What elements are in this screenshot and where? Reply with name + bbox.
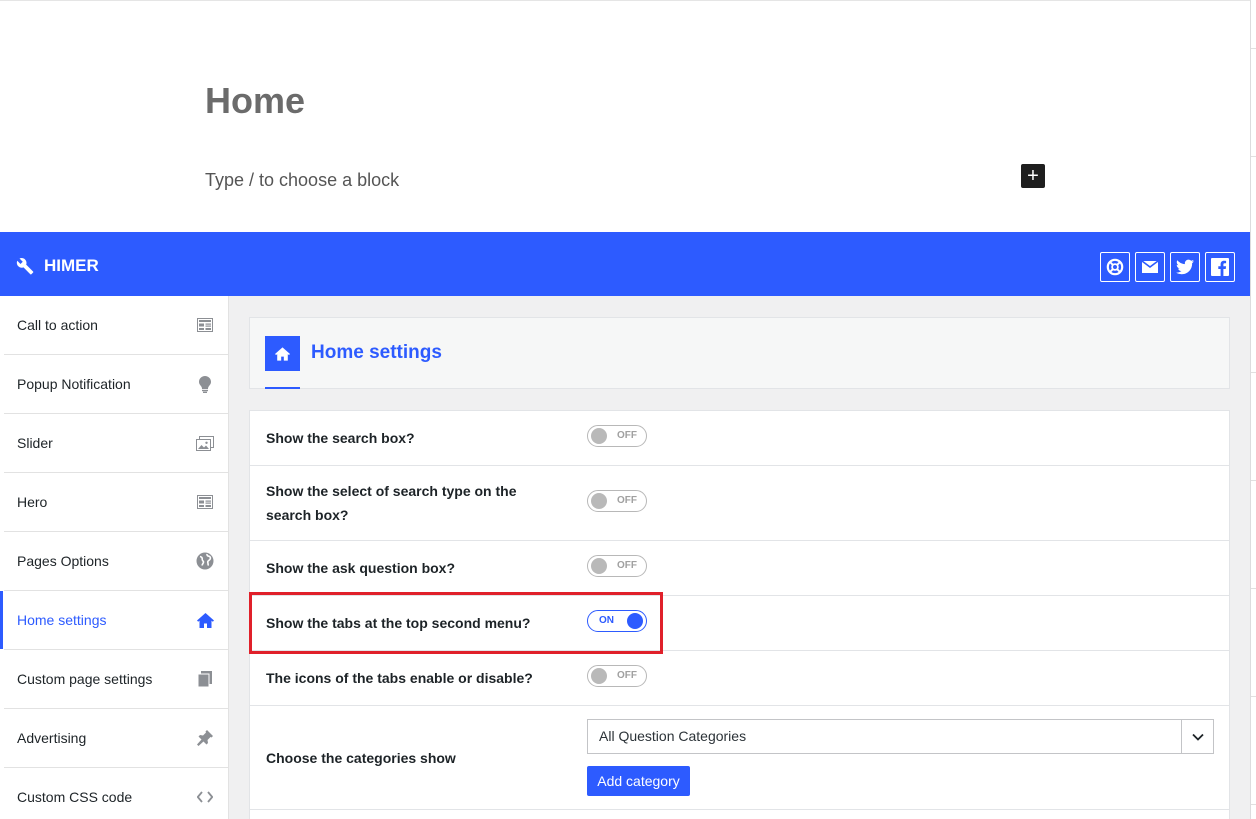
layout-icon bbox=[196, 493, 214, 511]
settings-sidebar: Call to action Popup Notification Slider… bbox=[0, 296, 229, 819]
sidebar-item-label: Home settings bbox=[17, 612, 107, 628]
toggle-state: OFF bbox=[617, 670, 637, 681]
layout-icon bbox=[196, 316, 214, 334]
setting-label: Choose the categories show bbox=[266, 750, 456, 766]
toggle-knob bbox=[591, 668, 607, 684]
setting-row-search-type: Show the select of search type on the se… bbox=[250, 466, 1229, 541]
sidebar-item-label: Custom CSS code bbox=[17, 789, 133, 805]
setting-label: Show the ask question box? bbox=[266, 560, 456, 576]
page: Home Type / to choose a block + HIMER Ca… bbox=[0, 0, 1256, 819]
brand-name: HIMER bbox=[44, 256, 99, 275]
mail-icon[interactable] bbox=[1135, 252, 1165, 282]
toggle-state: ON bbox=[599, 615, 614, 626]
block-placeholder[interactable]: Type / to choose a block bbox=[205, 170, 399, 191]
select-value: All Question Categories bbox=[599, 728, 747, 744]
header-icons bbox=[1100, 252, 1235, 282]
add-block-button[interactable]: + bbox=[1021, 164, 1045, 188]
sidebar-item-label: Slider bbox=[17, 435, 53, 451]
home-icon bbox=[196, 611, 214, 629]
code-icon bbox=[196, 788, 214, 806]
sidebar-item-home-settings[interactable]: Home settings bbox=[0, 591, 228, 650]
settings-panel: Home settings Show the search box? OFF S… bbox=[229, 296, 1250, 819]
support-icon[interactable] bbox=[1100, 252, 1130, 282]
page-title[interactable]: Home bbox=[205, 80, 305, 122]
pages-icon bbox=[196, 670, 214, 688]
toggle-knob bbox=[591, 558, 607, 574]
pin-icon bbox=[196, 729, 214, 747]
globe-icon bbox=[196, 552, 214, 570]
facebook-icon[interactable] bbox=[1205, 252, 1235, 282]
sidebar-item-custom-page-settings[interactable]: Custom page settings bbox=[4, 650, 228, 709]
himer-header: HIMER bbox=[0, 232, 1250, 296]
toggle-knob bbox=[591, 428, 607, 444]
section-header: Home settings bbox=[249, 317, 1230, 389]
sidebar-item-label: Hero bbox=[17, 494, 48, 510]
home-icon bbox=[265, 336, 300, 371]
sidebar-item-custom-css-code[interactable]: Custom CSS code bbox=[4, 768, 228, 819]
sidebar-item-label: Advertising bbox=[17, 730, 87, 746]
chevron-down-icon[interactable] bbox=[1181, 720, 1213, 753]
toggle-knob bbox=[627, 613, 643, 629]
sidebar-item-slider[interactable]: Slider bbox=[4, 414, 228, 473]
toggle-knob bbox=[591, 493, 607, 509]
top-tabs-toggle[interactable]: ON bbox=[587, 610, 647, 632]
sidebar-item-pages-options[interactable]: Pages Options bbox=[4, 532, 228, 591]
settings-list: Show the search box? OFF Show the select… bbox=[249, 410, 1230, 819]
search-box-toggle[interactable]: OFF bbox=[587, 425, 647, 447]
brand: HIMER bbox=[16, 256, 99, 276]
add-category-button[interactable]: Add category bbox=[587, 766, 690, 796]
setting-row-search-box: Show the search box? OFF bbox=[250, 411, 1229, 466]
sidebar-item-label: Popup Notification bbox=[17, 376, 131, 392]
toggle-state: OFF bbox=[617, 560, 637, 571]
setting-label: Show the search box? bbox=[266, 430, 415, 446]
setting-row-categories: Choose the categories show All Question … bbox=[250, 706, 1229, 810]
setting-label: The icons of the tabs enable or disable? bbox=[266, 670, 533, 686]
images-icon bbox=[196, 434, 214, 452]
top-divider bbox=[0, 0, 1250, 1]
setting-row-tab-icons: The icons of the tabs enable or disable?… bbox=[250, 651, 1229, 706]
section-title: Home settings bbox=[311, 342, 442, 363]
sidebar-item-label: Pages Options bbox=[17, 553, 109, 569]
sidebar-item-advertising[interactable]: Advertising bbox=[4, 709, 228, 768]
setting-label: Show the select of search type on the se… bbox=[266, 483, 517, 523]
wrench-icon bbox=[16, 258, 34, 275]
toggle-state: OFF bbox=[617, 430, 637, 441]
lightbulb-icon bbox=[196, 375, 214, 393]
twitter-icon[interactable] bbox=[1170, 252, 1200, 282]
toggle-state: OFF bbox=[617, 495, 637, 506]
setting-row-top-tabs: Show the tabs at the top second menu? ON bbox=[250, 596, 1229, 651]
sidebar-item-label: Call to action bbox=[17, 317, 98, 333]
search-type-toggle[interactable]: OFF bbox=[587, 490, 647, 512]
setting-label: Show the tabs at the top second menu? bbox=[266, 615, 531, 631]
ask-question-toggle[interactable]: OFF bbox=[587, 555, 647, 577]
tab-icons-toggle[interactable]: OFF bbox=[587, 665, 647, 687]
setting-row-ask-question: Show the ask question box? OFF bbox=[250, 541, 1229, 596]
categories-select[interactable]: All Question Categories bbox=[587, 719, 1214, 754]
sidebar-item-label: Custom page settings bbox=[17, 671, 153, 687]
section-tab-underline bbox=[265, 387, 300, 389]
sidebar-item-hero[interactable]: Hero bbox=[4, 473, 228, 532]
sidebar-item-popup-notification[interactable]: Popup Notification bbox=[4, 355, 228, 414]
sidebar-item-call-to-action[interactable]: Call to action bbox=[4, 296, 228, 355]
